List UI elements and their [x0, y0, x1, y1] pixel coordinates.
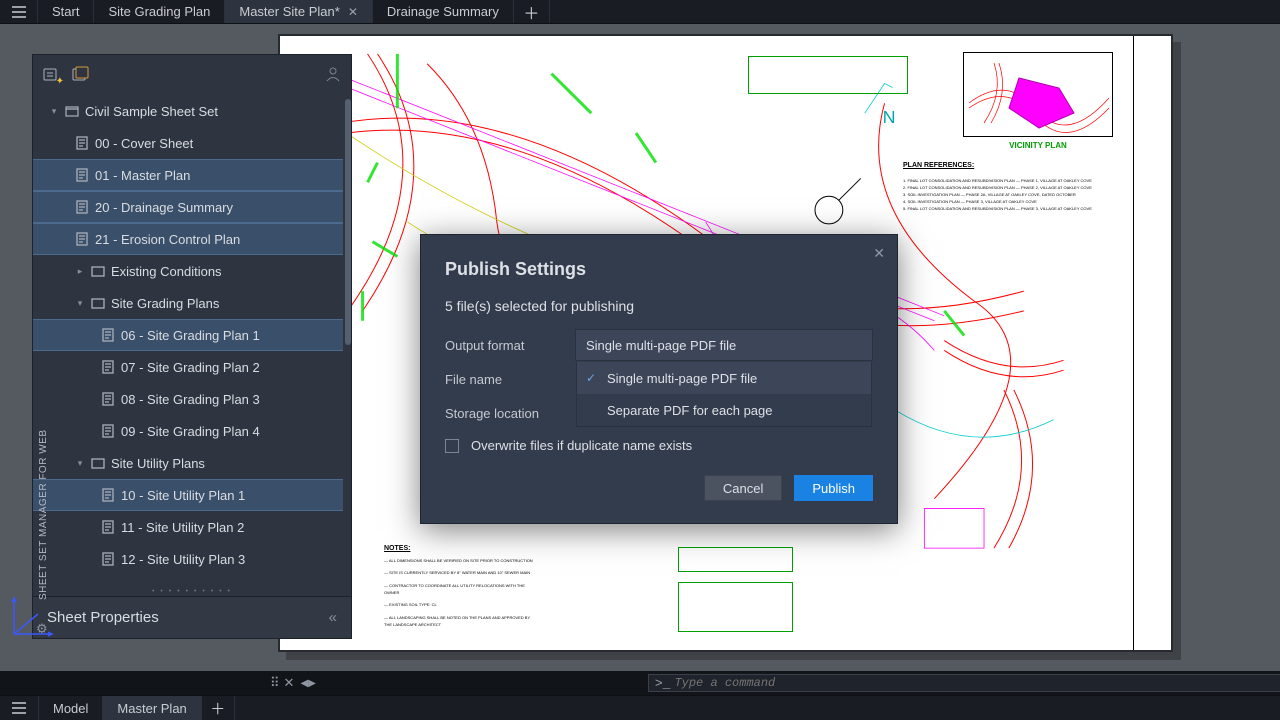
layout-tab-master-plan[interactable]: Master Plan [102, 696, 200, 720]
tree-group[interactable]: ▾Site Utility Plans [33, 447, 343, 479]
label-output-format: Output format [445, 338, 575, 353]
drawing-notes: NOTES: — ALL DIMENSIONS SHALL BE VERIFIE… [384, 543, 534, 628]
dialog-title: Publish Settings [421, 235, 897, 280]
sheet-tree: ▾ Civil Sample Sheet Set 00 - Cover Shee… [33, 95, 351, 586]
status-bar: ⠿ ✕ ◀▶ >_ PAPER | ▼ | | | [0, 671, 1280, 695]
layout-menu-button[interactable] [0, 696, 38, 720]
tree-sheet[interactable]: 20 - Drainage Summary [33, 191, 343, 223]
ucs-icon [10, 592, 56, 638]
dropdown-option[interactable]: ✓ Single multi-page PDF file [577, 362, 871, 394]
tree-sheet[interactable]: 08 - Site Grading Plan 3 [33, 383, 343, 415]
dialog-subtitle: 5 file(s) selected for publishing [421, 280, 897, 328]
chevron-up-icon: « [329, 609, 337, 626]
sheet-properties-header[interactable]: Sheet Properties « [33, 596, 351, 638]
tree-sheet[interactable]: 12 - Site Utility Plan 3 [33, 543, 343, 575]
command-nav-icon[interactable]: ◀▶ [300, 678, 315, 689]
command-input[interactable] [674, 676, 1280, 690]
new-layout-button[interactable]: ＋ [201, 696, 235, 720]
tab-drainage-summary[interactable]: Drainage Summary [373, 0, 514, 23]
tab-site-grading[interactable]: Site Grading Plan [94, 0, 225, 23]
output-format-select[interactable]: Single multi-page PDF file ✓ Single mult… [575, 329, 873, 361]
output-format-dropdown: ✓ Single multi-page PDF file Separate PD… [576, 362, 872, 427]
tree-group[interactable]: ▸Existing Conditions [33, 255, 343, 287]
panel-title-vertical: SHEET SET MANAGER FOR WEB [38, 430, 49, 601]
tree-sheet[interactable]: 09 - Site Grading Plan 4 [33, 415, 343, 447]
label-storage-location: Storage location [445, 406, 575, 421]
palette-icon[interactable]: ✦ [43, 66, 61, 85]
cancel-button[interactable]: Cancel [704, 475, 782, 501]
command-close-icon[interactable]: ✕ [284, 675, 295, 691]
tree-sheet[interactable]: 00 - Cover Sheet [33, 127, 343, 159]
tree-scrollbar[interactable] [345, 99, 351, 345]
svg-text:N: N [883, 107, 896, 127]
tree-sheet[interactable]: 21 - Erosion Control Plan [33, 223, 343, 255]
overwrite-label: Overwrite files if duplicate name exists [471, 438, 692, 453]
tree-sheet[interactable]: 06 - Site Grading Plan 1 [33, 319, 343, 351]
plan-references: PLAN REFERENCES: 1. FINAL LOT CONSOLIDAT… [903, 160, 1113, 213]
publish-icon[interactable] [71, 66, 89, 85]
publish-settings-dialog: ✕ Publish Settings 5 file(s) selected fo… [420, 234, 898, 524]
new-tab-button[interactable]: ＋ [514, 0, 550, 23]
tab-master-site-plan[interactable]: Master Site Plan* ✕ [225, 0, 373, 23]
dialog-close-icon[interactable]: ✕ [873, 245, 885, 262]
workspace: N VICINITY PLAN PLAN REFERENCES: 1. FINA… [0, 24, 1280, 671]
document-tab-bar: Start Site Grading Plan Master Site Plan… [0, 0, 1280, 24]
tab-start[interactable]: Start [38, 0, 94, 23]
sheet-set-manager-panel: ✦ ▾ Civil Sample Sheet Set 00 - Cover Sh… [32, 54, 352, 639]
panel-splitter[interactable]: • • • • • • • • • • [33, 586, 351, 596]
tree-sheet[interactable]: 10 - Site Utility Plan 1 [33, 479, 343, 511]
overwrite-checkbox[interactable] [445, 439, 459, 453]
close-icon[interactable]: ✕ [348, 5, 358, 19]
dropdown-option[interactable]: Separate PDF for each page [577, 394, 871, 426]
app-menu-button[interactable] [0, 0, 38, 23]
layout-tab-bar: Model Master Plan ＋ [0, 695, 1280, 720]
user-icon[interactable] [325, 66, 341, 85]
tree-sheet[interactable]: 11 - Site Utility Plan 2 [33, 511, 343, 543]
command-prompt-icon: >_ [655, 676, 671, 691]
layout-tab-model[interactable]: Model [38, 696, 102, 720]
tree-sheet[interactable]: 07 - Site Grading Plan 2 [33, 351, 343, 383]
publish-button[interactable]: Publish [794, 475, 873, 501]
ssm-toolbar: ✦ [33, 55, 351, 95]
tree-sheet[interactable]: 01 - Master Plan [33, 159, 343, 191]
tree-root[interactable]: ▾ Civil Sample Sheet Set [33, 95, 343, 127]
label-file-name: File name [445, 372, 575, 387]
command-line[interactable]: >_ [648, 674, 1280, 692]
check-icon: ✓ [586, 371, 596, 385]
command-history-icon[interactable]: ⠿ [270, 675, 280, 691]
vicinity-title: VICINITY PLAN [964, 141, 1112, 150]
tree-group[interactable]: ▾Site Grading Plans [33, 287, 343, 319]
